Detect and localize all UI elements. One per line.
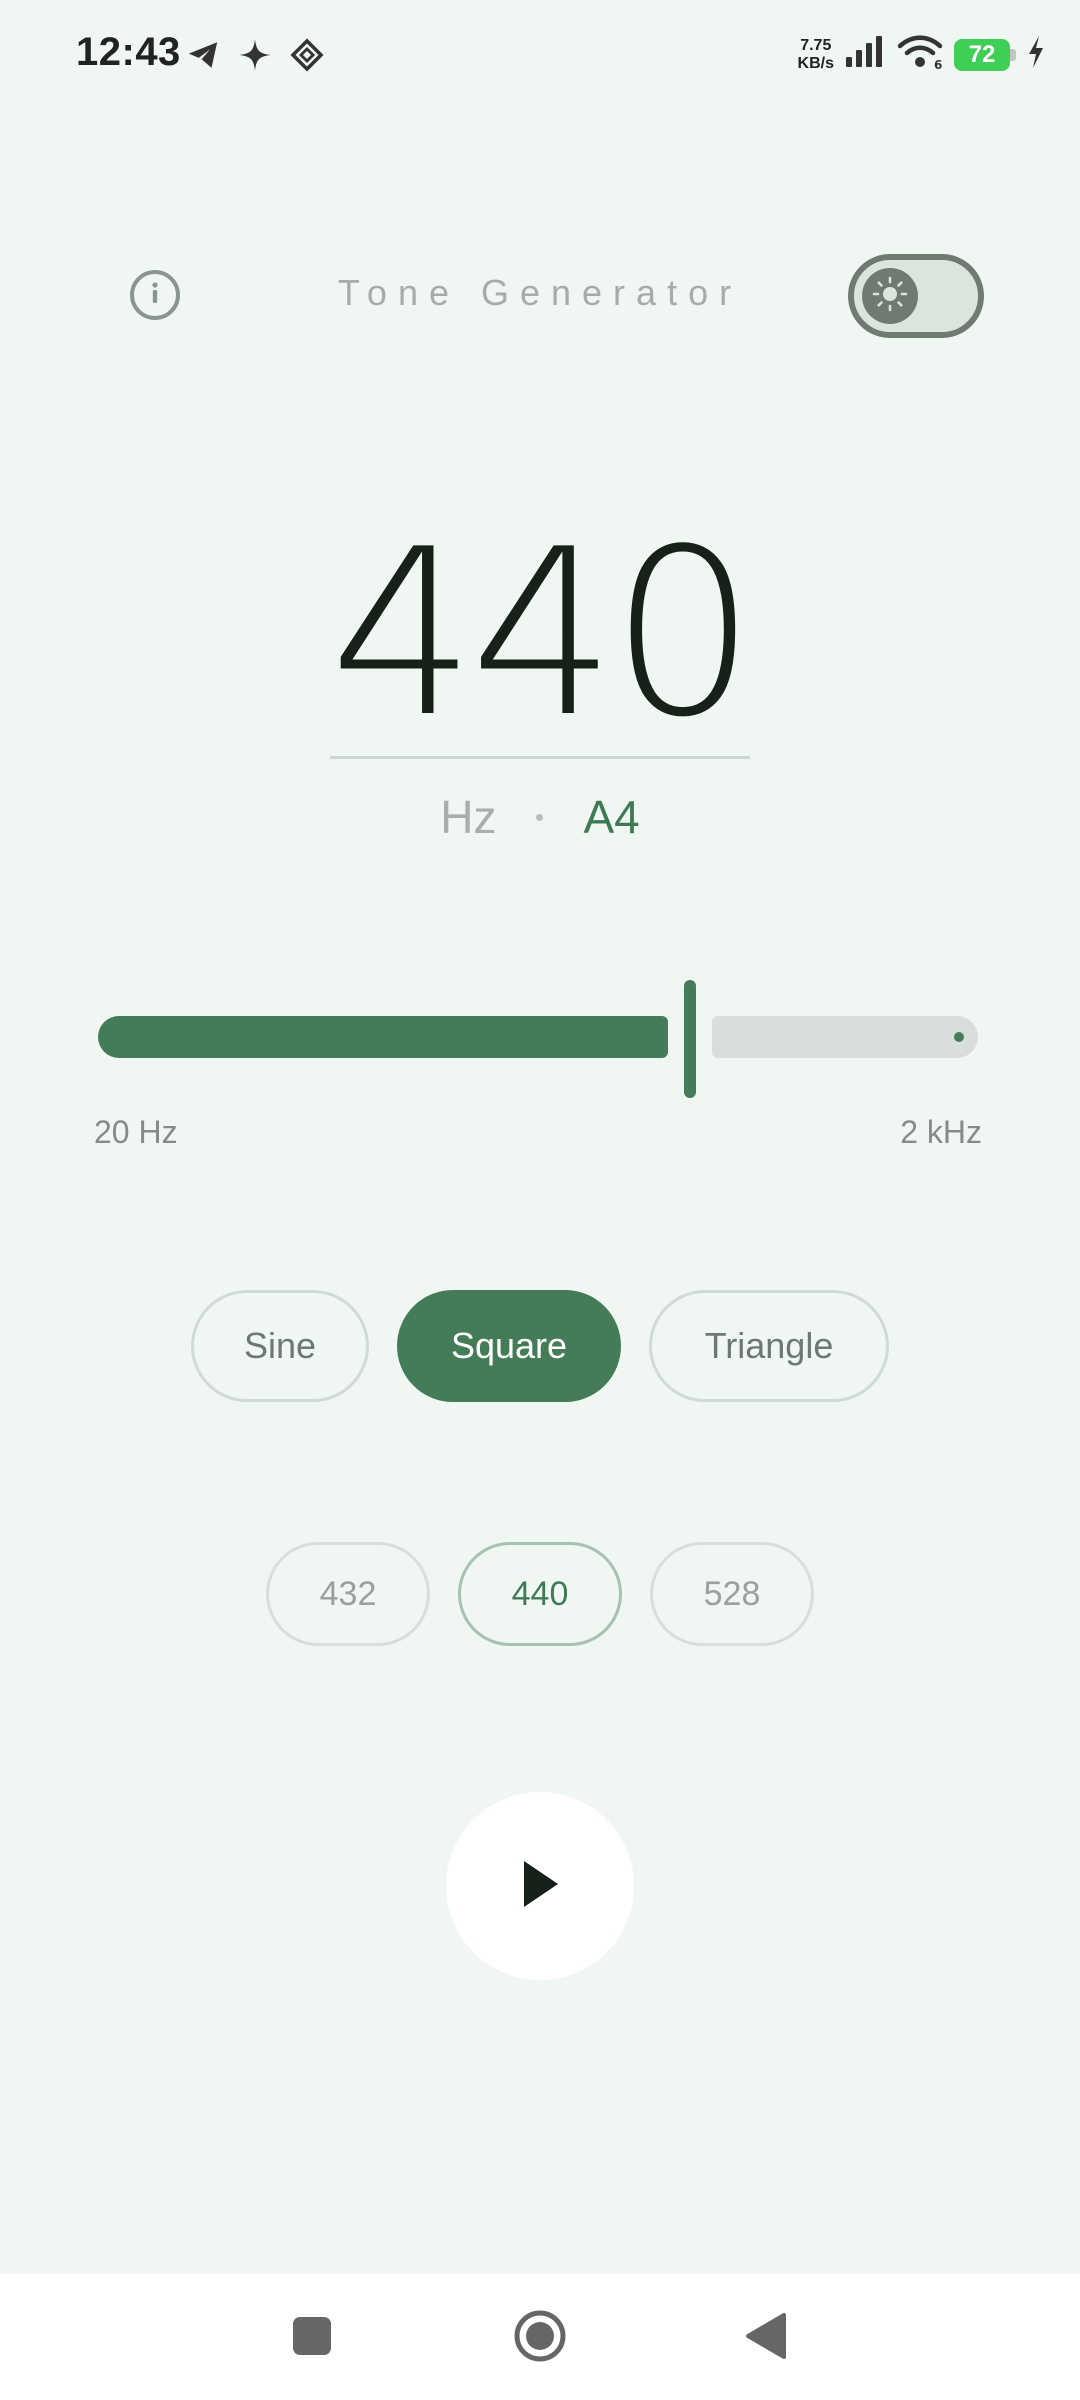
slider-fill xyxy=(98,1016,668,1058)
sun-icon xyxy=(871,275,909,318)
info-icon xyxy=(140,278,170,313)
separator-dot xyxy=(536,813,544,821)
telegram-icon xyxy=(184,36,222,74)
svg-text:6: 6 xyxy=(934,58,942,70)
waveform-sine-button[interactable]: Sine xyxy=(191,1290,369,1402)
battery-tip xyxy=(1010,48,1016,61)
preset-440-button[interactable]: 440 xyxy=(458,1542,622,1646)
slider-max-label: 2 kHz xyxy=(900,1114,982,1150)
back-icon xyxy=(744,2312,788,2365)
net-speed-unit: KB/s xyxy=(797,54,834,72)
waveform-square-button[interactable]: Square xyxy=(397,1290,621,1402)
frequency-underline xyxy=(330,756,750,759)
theme-toggle[interactable] xyxy=(848,254,984,338)
frequency-slider[interactable] xyxy=(98,976,978,1100)
status-time: 12:43 xyxy=(76,30,181,74)
app-title: Tone Generator xyxy=(337,272,743,313)
slider-min-label: 20 Hz xyxy=(94,1114,178,1150)
slider-track[interactable] xyxy=(712,1016,978,1058)
net-speed-value: 7.75 xyxy=(800,36,832,54)
wifi-icon: 6 xyxy=(896,34,944,75)
charging-icon xyxy=(1026,35,1046,74)
sparkle-icon xyxy=(236,36,274,74)
frequency-value[interactable]: 440 xyxy=(0,500,1080,770)
preset-432-button[interactable]: 432 xyxy=(266,1542,430,1646)
slider-thumb[interactable] xyxy=(684,980,696,1098)
frequency-meta: Hz A4 xyxy=(0,790,1080,844)
play-icon xyxy=(520,1859,560,1914)
notification-icons xyxy=(184,36,326,74)
musical-note: A4 xyxy=(583,791,640,843)
battery-icon: 72 xyxy=(954,38,1016,71)
net-speed: 7.75 KB/s xyxy=(798,37,834,73)
status-right: 7.75 KB/s 6 72 xyxy=(798,34,1046,75)
waveform-selector: Sine Square Triangle xyxy=(0,1290,1080,1402)
home-button[interactable] xyxy=(506,2304,574,2372)
frequency-unit: Hz xyxy=(440,791,497,843)
preset-selector: 432 440 528 xyxy=(0,1542,1080,1646)
info-button[interactable] xyxy=(130,270,180,320)
recents-icon xyxy=(292,2316,332,2361)
preset-528-button[interactable]: 528 xyxy=(650,1542,814,1646)
battery-level: 72 xyxy=(954,38,1010,71)
system-nav-bar xyxy=(0,2274,1080,2400)
home-icon xyxy=(512,2308,568,2369)
recents-button[interactable] xyxy=(278,2304,346,2372)
slider-end-dot xyxy=(954,1032,964,1042)
status-bar: 12:43 7.75 KB/s 6 72 xyxy=(0,0,1080,116)
signal-icon xyxy=(844,35,886,74)
waveform-triangle-button[interactable]: Triangle xyxy=(649,1290,889,1402)
theme-toggle-knob xyxy=(862,268,918,324)
back-button[interactable] xyxy=(732,2304,800,2372)
play-button[interactable] xyxy=(446,1792,634,1980)
vpn-icon xyxy=(288,36,326,74)
